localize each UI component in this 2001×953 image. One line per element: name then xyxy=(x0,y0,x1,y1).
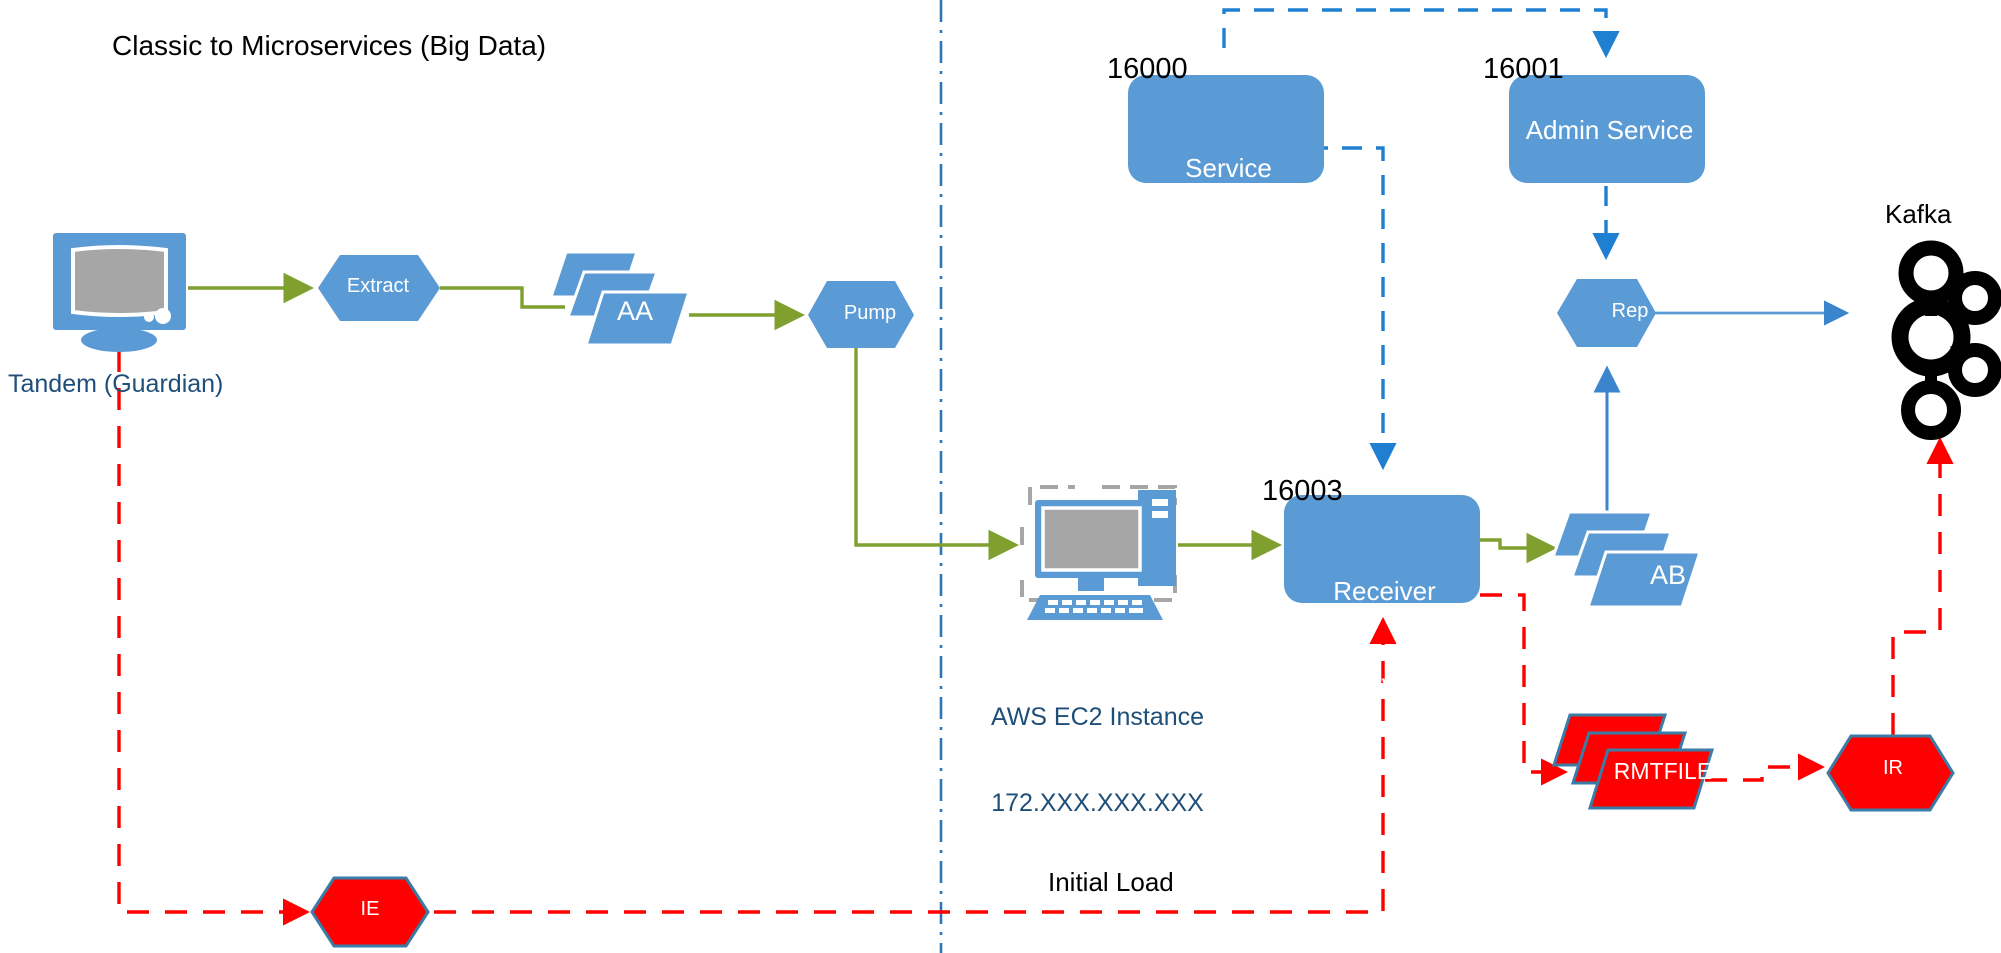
ec2-label-line2: 172.XXX.XXX.XXX xyxy=(991,788,1204,817)
port-label-admin-service: 16001 xyxy=(1483,53,1564,85)
service-manager-box[interactable] xyxy=(1128,75,1324,183)
tandem-monitor-icon xyxy=(53,233,186,352)
edge-receiver-ab xyxy=(1480,532,1558,564)
ec2-label: AWS EC2 Instance 172.XXX.XXX.XXX xyxy=(990,645,1205,846)
port-label-receiver-service: 16003 xyxy=(1262,475,1343,507)
aa-stack[interactable] xyxy=(548,250,692,347)
edge-extract-aa xyxy=(440,286,565,309)
edge-receiver-rmtfile xyxy=(1480,593,1569,786)
port-label-service-manager: 16000 xyxy=(1107,53,1188,85)
receiver-service-box[interactable] xyxy=(1284,495,1480,603)
tandem-label: Tandem (Guardian) xyxy=(8,370,224,398)
rmtfile-stack[interactable] xyxy=(1551,713,1715,810)
ab-stack[interactable] xyxy=(1550,510,1703,609)
extract-hexagon[interactable] xyxy=(318,255,440,321)
kafka-label: Kafka xyxy=(1885,199,1952,229)
edge-rmtfile-ir xyxy=(1705,753,1826,782)
edge-ie-receiver xyxy=(434,616,1397,914)
edge-pump-ec2 xyxy=(854,345,1020,561)
page-title: Classic to Microservices (Big Data) xyxy=(112,30,547,61)
admin-service-box[interactable] xyxy=(1509,75,1705,183)
pump-hexagon[interactable] xyxy=(808,281,914,348)
ie-hexagon[interactable] xyxy=(310,876,430,948)
initial-load-label: Initial Load xyxy=(1048,867,1174,897)
edge-tandem-ie xyxy=(117,350,311,926)
rep-hexagon[interactable] xyxy=(1557,279,1656,347)
edge-svcmgr-receiver xyxy=(1274,146,1397,471)
ec2-label-line1: AWS EC2 Instance xyxy=(990,702,1205,731)
kafka-logo-icon xyxy=(1891,240,2001,440)
edge-ir-kafka xyxy=(1891,436,1954,735)
edge-svcmgr-adminsvc xyxy=(1222,8,1620,59)
ir-hexagon[interactable] xyxy=(1826,734,1955,812)
ec2-computer-icon xyxy=(1020,485,1177,620)
